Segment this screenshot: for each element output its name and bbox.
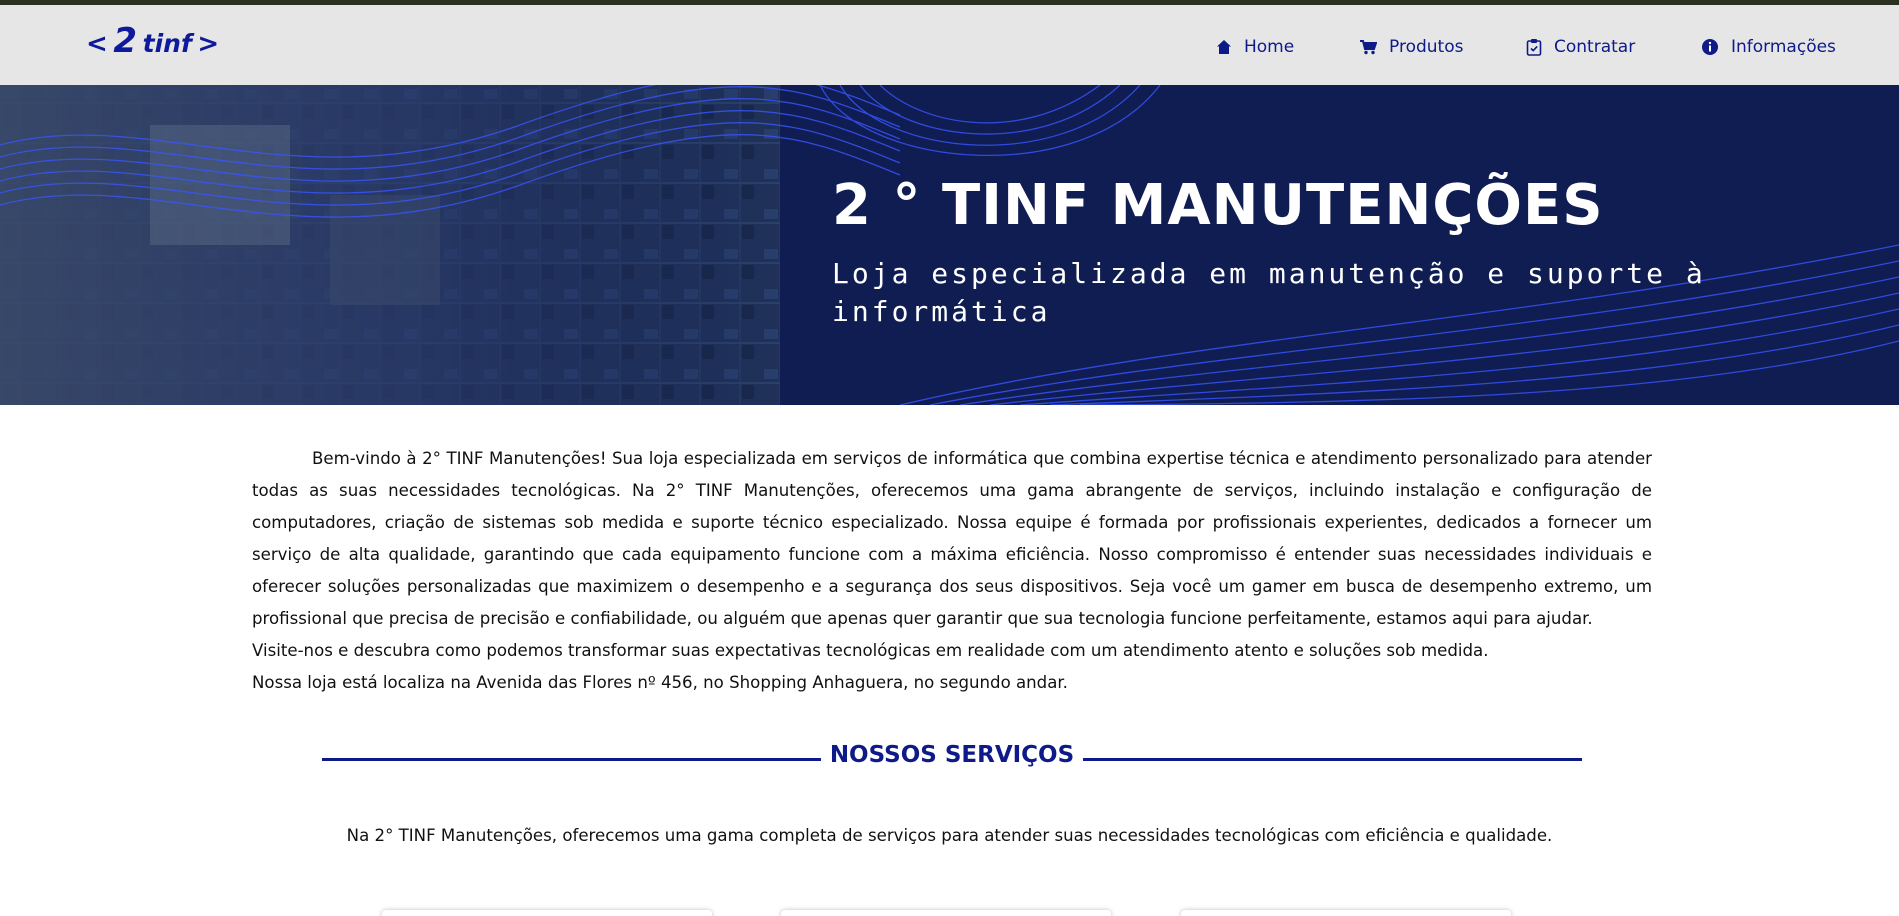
services-heading: NOSSOS SERVIÇOS [322, 742, 1582, 776]
clipboard-icon [1526, 39, 1542, 56]
intro-paragraph-2: Visite-nos e descubra como podemos trans… [252, 641, 1489, 660]
services-title: NOSSOS SERVIÇOS [829, 742, 1075, 768]
nav-contratar-label: Contratar [1554, 37, 1636, 57]
nav-produtos[interactable]: Produtos [1359, 37, 1463, 57]
intro-paragraph-1: Bem-vindo à 2° TINF Manutenções! Sua loj… [252, 449, 1652, 628]
hero-subtitle: Loja especializada em manutenção e supor… [832, 257, 1706, 328]
nav-informacoes-label: Informações [1731, 37, 1836, 57]
nav-informacoes[interactable]: Informações [1701, 37, 1836, 57]
site-header: < 2 tinf > Home Produtos Contratar Infor… [0, 5, 1899, 85]
hero-title: 2 ° TINF MANUTENÇÕES [832, 173, 1604, 238]
home-icon [1217, 40, 1231, 54]
service-card[interactable] [781, 910, 1111, 916]
nav-produtos-label: Produtos [1389, 37, 1464, 57]
hero-banner: 2 ° TINF MANUTENÇÕES Loja especializada … [0, 85, 1899, 405]
main-nav: Home Produtos Contratar Informações [0, 37, 1899, 61]
intro-text: Bem-vindo à 2° TINF Manutenções! Sua loj… [252, 443, 1652, 699]
service-card[interactable] [382, 910, 712, 916]
nav-home-label: Home [1244, 37, 1295, 57]
hero-background [0, 85, 1899, 405]
services-description: Na 2° TINF Manutenções, oferecemos uma g… [346, 826, 1553, 845]
nav-contratar[interactable]: Contratar [1526, 37, 1635, 57]
info-icon [1702, 39, 1718, 55]
cart-icon [1360, 40, 1377, 55]
nav-home[interactable]: Home [1216, 37, 1294, 57]
intro-paragraph-3: Nossa loja está localiza na Avenida das … [252, 673, 1068, 692]
service-card[interactable] [1181, 910, 1511, 916]
